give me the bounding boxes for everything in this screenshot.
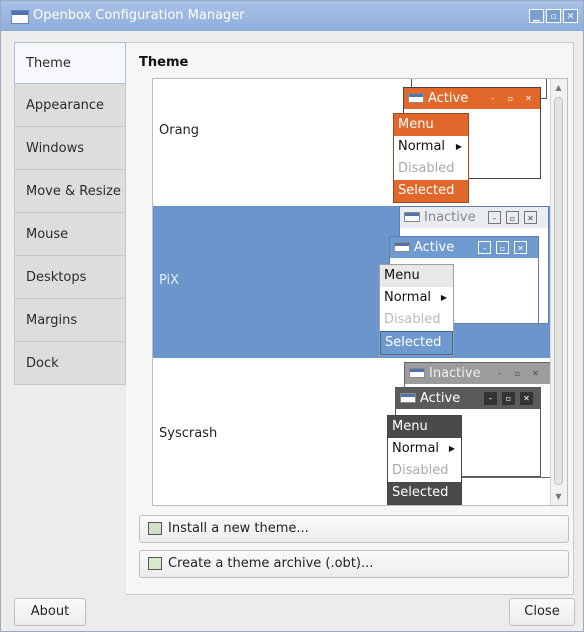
window-icon <box>400 393 416 403</box>
tab-theme[interactable]: Theme <box>14 42 126 84</box>
app-icon <box>11 10 29 24</box>
theme-name: Syscrash <box>159 426 218 441</box>
window-icon <box>404 212 420 222</box>
install-icon <box>148 522 162 535</box>
create-archive-button[interactable]: Create a theme archive (.obt)... <box>139 550 569 578</box>
sidebar-tabs: Theme Appearance Windows Move & Resize M… <box>14 42 126 385</box>
panel-title: Theme <box>139 55 189 70</box>
close-icon: ✕ <box>532 369 539 378</box>
archive-icon <box>148 557 162 570</box>
preview-active-label: Active <box>420 391 461 406</box>
tab-dock[interactable]: Dock <box>14 342 126 385</box>
menu-item-disabled: Disabled <box>392 463 449 478</box>
window-title: Openbox Configuration Manager <box>33 8 245 23</box>
menu-title: Menu <box>394 114 468 136</box>
theme-list[interactable]: Orang Active – ▫ ✕ Menu Normal ▶ Disabled… <box>152 78 568 506</box>
tab-desktops[interactable]: Desktops <box>14 256 126 299</box>
minimize-icon: – <box>484 392 497 405</box>
theme-name: PiX <box>159 273 180 288</box>
menu-title: Menu <box>388 416 461 438</box>
maximize-icon: ▫ <box>496 241 509 254</box>
close-window-button[interactable]: ✕ <box>563 9 578 23</box>
minimize-button[interactable]: ▁ <box>529 9 544 23</box>
install-theme-button[interactable]: Install a new theme... <box>139 515 569 543</box>
theme-row-orang[interactable]: Orang Active – ▫ ✕ Menu Normal ▶ Disabled… <box>153 79 551 206</box>
menu-title: Menu <box>380 265 453 287</box>
menu-item-normal: Normal ▶ <box>380 287 453 309</box>
close-button[interactable]: Close <box>509 598 575 626</box>
maximize-icon: ▫ <box>502 392 515 405</box>
submenu-arrow-icon: ▶ <box>440 293 447 302</box>
preview-inactive-label: Inactive <box>429 366 481 381</box>
scroll-down-icon[interactable]: ▼ <box>553 491 564 502</box>
theme-list-scrollbar[interactable]: ▲ ▼ <box>550 79 567 505</box>
maximize-icon: ▫ <box>506 211 519 224</box>
menu-normal-label: Normal <box>384 290 432 305</box>
preview-active-label: Active <box>414 240 455 255</box>
submenu-arrow-icon: ▶ <box>455 142 462 151</box>
preview-menu: Menu Normal ▶ Disabled Selected <box>379 264 454 356</box>
menu-normal-label: Normal <box>398 139 446 154</box>
preview-inactive-titlebar: Inactive – ▫ ✕ <box>405 363 550 384</box>
maximize-icon: ▫ <box>507 94 514 103</box>
menu-item-disabled: Disabled <box>398 161 455 176</box>
menu-item-selected: Selected <box>380 331 453 355</box>
preview-inactive-label: Inactive <box>424 210 476 225</box>
preview-inactive-titlebar: Inactive – ▫ ✕ <box>400 207 548 228</box>
close-icon: ✕ <box>525 94 532 103</box>
close-icon: ✕ <box>514 241 527 254</box>
preview-active-titlebar: Active – ▫ ✕ <box>404 88 540 109</box>
maximize-icon: ▫ <box>514 369 521 378</box>
tab-appearance[interactable]: Appearance <box>14 84 126 127</box>
close-icon: ✕ <box>524 211 537 224</box>
install-theme-label: Install a new theme... <box>168 521 309 536</box>
theme-row-pix[interactable]: PiX Inactive – ▫ ✕ Active – ▫ ✕ Menu Nor… <box>153 206 551 358</box>
menu-item-disabled: Disabled <box>384 312 441 327</box>
maximize-button[interactable]: ▫ <box>546 9 561 23</box>
theme-name: Orang <box>159 123 200 138</box>
menu-item-selected: Selected <box>388 482 461 504</box>
scrollbar-thumb[interactable] <box>554 97 563 485</box>
minimize-icon: – <box>497 369 502 378</box>
close-icon: ✕ <box>520 392 533 405</box>
preview-menu: Menu Normal ▶ Disabled Selected <box>387 415 462 505</box>
theme-row-syscrash[interactable]: Syscrash Inactive – ▫ ✕ Active – ▫ ✕ Men… <box>153 358 551 505</box>
tab-windows[interactable]: Windows <box>14 127 126 170</box>
minimize-icon: – <box>490 94 495 103</box>
preview-menu: Menu Normal ▶ Disabled Selected <box>393 113 469 203</box>
window-icon <box>408 93 424 103</box>
preview-active-label: Active <box>428 91 469 106</box>
tab-margins[interactable]: Margins <box>14 299 126 342</box>
menu-item-normal: Normal ▶ <box>394 136 468 158</box>
window-icon <box>394 242 410 252</box>
create-archive-label: Create a theme archive (.obt)... <box>168 556 374 571</box>
preview-active-titlebar: Active – ▫ ✕ <box>396 388 540 409</box>
menu-item-selected: Selected <box>394 180 468 202</box>
tab-move-resize[interactable]: Move & Resize <box>14 170 126 213</box>
minimize-icon: – <box>488 211 501 224</box>
scroll-up-icon[interactable]: ▲ <box>553 82 564 93</box>
title-bar[interactable]: Openbox Configuration Manager ▁ ▫ ✕ <box>1 1 583 31</box>
window-icon <box>409 368 425 378</box>
about-button[interactable]: About <box>14 598 86 626</box>
menu-item-normal: Normal ▶ <box>388 438 461 460</box>
tab-mouse[interactable]: Mouse <box>14 213 126 256</box>
preview-active-titlebar: Active – ▫ ✕ <box>390 237 538 258</box>
menu-normal-label: Normal <box>392 441 440 456</box>
submenu-arrow-icon: ▶ <box>448 444 455 453</box>
minimize-icon: – <box>478 241 491 254</box>
